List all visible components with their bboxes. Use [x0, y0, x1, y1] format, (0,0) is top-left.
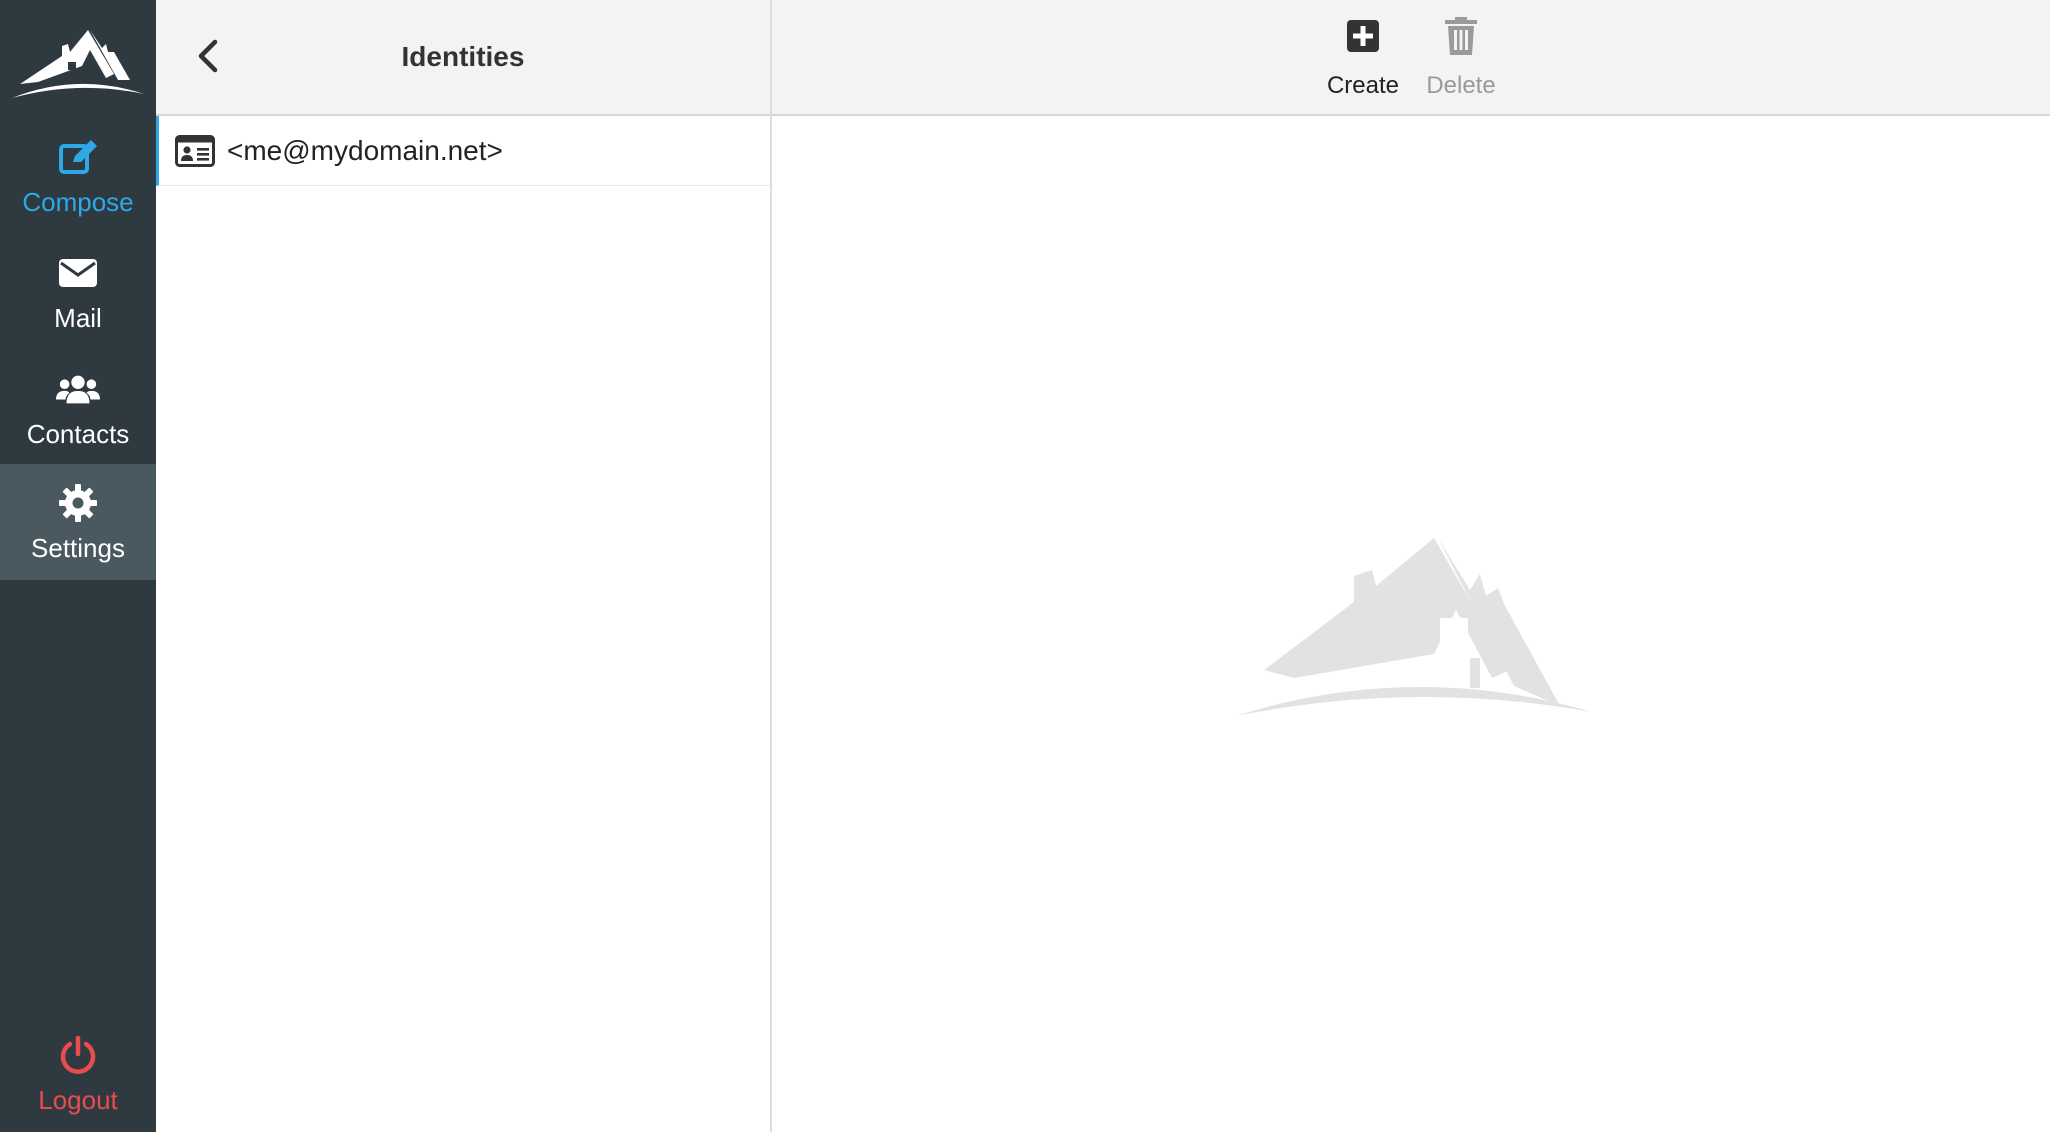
toolbar: Create Delete: [772, 0, 2050, 116]
identity-email: <me@mydomain.net>: [227, 134, 503, 166]
nav-mail[interactable]: Mail: [0, 234, 156, 350]
create-label: Create: [1326, 72, 1400, 99]
nav-compose-label: Compose: [22, 186, 134, 217]
nav-contacts[interactable]: Contacts: [0, 350, 156, 466]
nav-logout[interactable]: Logout: [0, 1016, 156, 1132]
users-icon: [56, 367, 100, 411]
identities-panel: Identities <me@mydomain.net>: [156, 0, 772, 1132]
nav-contacts-label: Contacts: [26, 418, 130, 449]
compose-icon: [56, 135, 100, 179]
delete-label: Delete: [1426, 72, 1496, 99]
chevron-left-icon: [196, 39, 220, 78]
page-title: Identities: [401, 41, 525, 72]
id-card-icon: [175, 134, 219, 168]
gear-icon: [56, 481, 100, 525]
plus-square-icon: [1343, 14, 1383, 58]
identities-header: Identities: [156, 0, 770, 116]
trash-icon: [1441, 14, 1481, 58]
nav-mail-label: Mail: [54, 302, 102, 333]
sidebar: Compose Mail Contacts Settings Logout: [0, 0, 156, 1132]
app-logo[interactable]: [10, 22, 146, 100]
create-button[interactable]: Create: [1308, 14, 1418, 104]
nav-logout-label: Logout: [38, 1084, 118, 1115]
nav-settings-label: Settings: [31, 532, 125, 563]
back-button[interactable]: [184, 34, 232, 82]
power-icon: [56, 1033, 100, 1077]
delete-button[interactable]: Delete: [1406, 14, 1516, 104]
nav-settings[interactable]: Settings: [0, 464, 156, 580]
list-item[interactable]: <me@mydomain.net>: [156, 116, 770, 186]
watermark-logo: [1234, 530, 1594, 720]
main-panel: Create Delete: [772, 0, 2050, 1132]
envelope-icon: [56, 251, 100, 295]
nav-compose[interactable]: Compose: [0, 118, 156, 234]
